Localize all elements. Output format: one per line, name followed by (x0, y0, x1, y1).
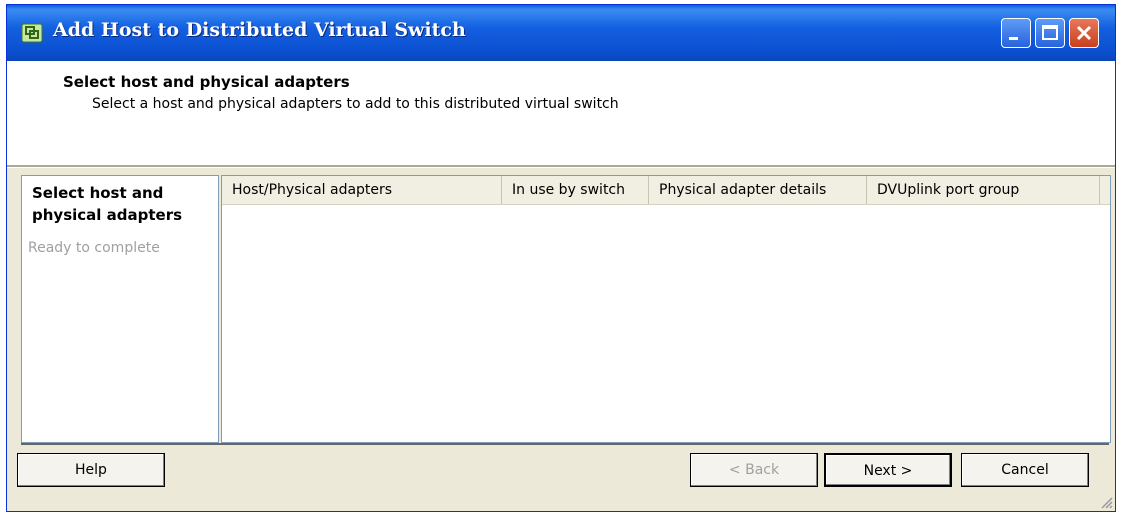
page-title: Select host and physical adapters (63, 73, 350, 91)
cancel-button[interactable]: Cancel (961, 453, 1089, 487)
maximize-icon (1042, 25, 1058, 40)
minimize-icon (1009, 37, 1018, 40)
vsphere-switch-icon (21, 23, 43, 43)
next-button[interactable]: Next > (824, 453, 952, 487)
column-host-physical-adapters[interactable]: Host/Physical adapters (222, 176, 502, 204)
close-button[interactable] (1069, 18, 1099, 48)
header-divider (7, 165, 1115, 168)
column-in-use-by-switch[interactable]: In use by switch (502, 176, 649, 204)
minimize-button[interactable] (1001, 18, 1031, 48)
step-select-host[interactable]: Select host and physical adapters (32, 182, 212, 226)
back-button[interactable]: < Back (690, 453, 818, 487)
dialog-window: Add Host to Distributed Virtual Switch S… (6, 4, 1116, 512)
column-physical-adapter-details[interactable]: Physical adapter details (649, 176, 867, 204)
page-subtitle: Select a host and physical adapters to a… (92, 96, 619, 112)
close-icon (1076, 25, 1092, 41)
title-bar[interactable]: Add Host to Distributed Virtual Switch (7, 5, 1115, 61)
window-title: Add Host to Distributed Virtual Switch (53, 19, 466, 41)
maximize-button[interactable] (1035, 18, 1065, 48)
wizard-steps-panel: Select host and physical adapters Ready … (21, 175, 219, 443)
host-adapters-table[interactable]: Host/Physical adapters In use by switch … (221, 175, 1111, 443)
table-header: Host/Physical adapters In use by switch … (222, 176, 1110, 205)
help-button[interactable]: Help (17, 453, 165, 487)
step-ready-to-complete: Ready to complete (28, 240, 160, 256)
wizard-header: Select host and physical adapters Select… (7, 61, 1115, 165)
resize-grip-icon[interactable] (1099, 495, 1113, 509)
column-dvuplink-port-group[interactable]: DVUplink port group (867, 176, 1100, 204)
footer-divider (21, 443, 1109, 445)
